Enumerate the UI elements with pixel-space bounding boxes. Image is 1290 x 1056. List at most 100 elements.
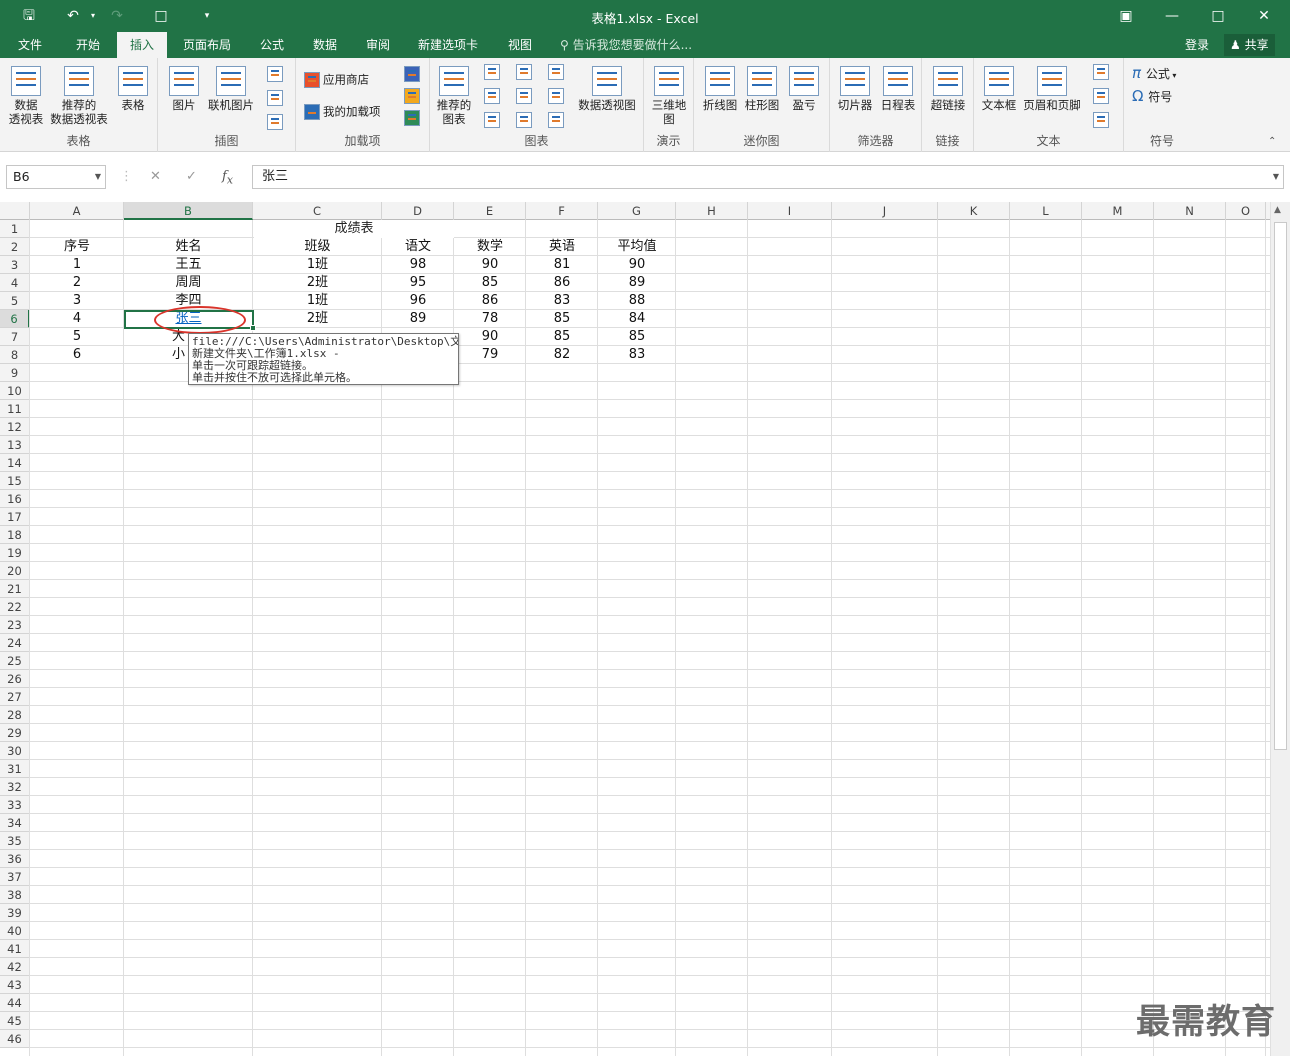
cell[interactable]: 89 (382, 310, 454, 328)
row-header[interactable]: 18 (0, 526, 30, 544)
row-header[interactable]: 45 (0, 1012, 30, 1030)
header-cell[interactable]: 语文 (382, 238, 454, 256)
row-header[interactable]: 43 (0, 976, 30, 994)
waterfall-chart-dropdown[interactable] (542, 64, 572, 80)
column-header-h[interactable]: H (676, 202, 748, 220)
column-header-o[interactable]: O (1226, 202, 1266, 220)
row-header[interactable]: 36 (0, 850, 30, 868)
pie-chart-dropdown[interactable] (478, 112, 508, 128)
textbox-button[interactable]: 文本框 (978, 66, 1020, 112)
restore-ribbon-icon[interactable]: ▣ (1106, 4, 1146, 28)
column-header-n[interactable]: N (1154, 202, 1226, 220)
tab-data[interactable]: 数据 (305, 32, 345, 58)
enter-icon[interactable]: ✓ (186, 169, 197, 184)
tell-me-box[interactable]: ⚲ 告诉我您想要做什么... (560, 32, 692, 58)
column-header-f[interactable]: F (526, 202, 598, 220)
fx-icon[interactable]: fx (222, 169, 233, 187)
row-header[interactable]: 44 (0, 994, 30, 1012)
combo-chart-dropdown[interactable] (542, 88, 572, 104)
row-header[interactable]: 13 (0, 436, 30, 454)
column-chart-dropdown[interactable] (478, 64, 508, 80)
scroll-thumb[interactable] (1274, 222, 1287, 750)
row-header[interactable]: 24 (0, 634, 30, 652)
radar-chart-dropdown[interactable] (542, 112, 572, 128)
cell[interactable]: 90 (454, 328, 526, 346)
name-box-dropdown-icon[interactable]: ▼ (95, 166, 101, 188)
column-header-g[interactable]: G (598, 202, 676, 220)
cell[interactable]: 6 (30, 346, 124, 364)
pivotchart-button[interactable]: 数据透视图 (576, 66, 638, 112)
expand-formula-icon[interactable]: ▼ (1273, 166, 1279, 188)
cell[interactable]: 1 (30, 256, 124, 274)
row-header[interactable]: 32 (0, 778, 30, 796)
cell[interactable]: 86 (526, 274, 598, 292)
store-button[interactable]: 应用商店 (304, 72, 369, 88)
cell[interactable]: 5 (30, 328, 124, 346)
symbol-button[interactable]: Ω 符号 (1132, 89, 1172, 105)
row-header[interactable]: 20 (0, 562, 30, 580)
header-cell[interactable]: 班级 (253, 238, 382, 256)
column-header-k[interactable]: K (938, 202, 1010, 220)
cell[interactable]: 96 (382, 292, 454, 310)
collapse-ribbon-icon[interactable]: ⌃ (1268, 136, 1276, 147)
cell[interactable]: 85 (526, 328, 598, 346)
formula-input[interactable]: 张三 ▼ (252, 165, 1284, 189)
sparkline-line-button[interactable]: 折线图 (700, 66, 740, 112)
cell[interactable]: 85 (454, 274, 526, 292)
fill-handle[interactable] (250, 325, 256, 331)
wordart-button[interactable] (1088, 64, 1116, 80)
visio-button[interactable] (404, 66, 422, 82)
column-header-a[interactable]: A (30, 202, 124, 220)
row-header[interactable]: 29 (0, 724, 30, 742)
cell[interactable]: 83 (598, 346, 676, 364)
cell[interactable]: 王五 (124, 256, 253, 274)
row-header[interactable]: 40 (0, 922, 30, 940)
minimize-icon[interactable]: — (1152, 4, 1192, 28)
row-header[interactable]: 3 (0, 256, 30, 274)
header-footer-button[interactable]: 页眉和页脚 (1020, 66, 1084, 112)
row-header[interactable]: 8 (0, 346, 30, 364)
row-header[interactable]: 34 (0, 814, 30, 832)
row-header[interactable]: 9 (0, 364, 30, 382)
scroll-up-icon[interactable]: ▲ (1274, 205, 1281, 215)
row-header[interactable]: 7 (0, 328, 30, 346)
row-header[interactable]: 10 (0, 382, 30, 400)
row-header[interactable]: 33 (0, 796, 30, 814)
table-button[interactable]: 表格 (114, 66, 152, 112)
worksheet-grid[interactable]: ABCDEFGHIJKLMNO 1 2 3 4 5 6 7 8 9 10 11 12 13 14 15 16 1… (0, 202, 1270, 1056)
cell[interactable]: 86 (454, 292, 526, 310)
recommended-pivottables-button[interactable]: 推荐的 数据透视表 (48, 66, 110, 126)
row-header[interactable]: 46 (0, 1030, 30, 1048)
share-button[interactable]: ♟ 共享 (1224, 34, 1275, 56)
object-button[interactable] (1088, 112, 1116, 128)
column-header-j[interactable]: J (832, 202, 938, 220)
row-header[interactable]: 6 (0, 310, 30, 328)
cell[interactable]: 81 (526, 256, 598, 274)
recommended-charts-button[interactable]: 推荐的 图表 (434, 66, 474, 126)
select-all-corner[interactable] (0, 202, 30, 220)
cell[interactable]: 84 (598, 310, 676, 328)
tab-review[interactable]: 审阅 (358, 32, 398, 58)
line-chart-dropdown[interactable] (478, 88, 508, 104)
row-header[interactable]: 21 (0, 580, 30, 598)
cell[interactable]: 78 (454, 310, 526, 328)
column-header-i[interactable]: I (748, 202, 832, 220)
row-header[interactable]: 5 (0, 292, 30, 310)
header-cell[interactable]: 英语 (526, 238, 598, 256)
row-header[interactable]: 27 (0, 688, 30, 706)
row-header[interactable]: 14 (0, 454, 30, 472)
hyperlink-button[interactable]: 超链接 (926, 66, 970, 112)
tab-formulas[interactable]: 公式 (252, 32, 292, 58)
smartart-button[interactable] (262, 90, 290, 106)
row-header[interactable]: 39 (0, 904, 30, 922)
tab-page-layout[interactable]: 页面布局 (178, 32, 236, 58)
close-icon[interactable]: ✕ (1244, 4, 1284, 28)
header-cell[interactable]: 平均值 (598, 238, 676, 256)
my-addins-button[interactable]: 我的加载项 (304, 104, 381, 120)
cell[interactable]: 89 (598, 274, 676, 292)
row-header[interactable]: 15 (0, 472, 30, 490)
pivottable-button[interactable]: 数据 透视表 (6, 66, 46, 126)
cell[interactable]: 83 (526, 292, 598, 310)
people-graph-button[interactable] (404, 110, 422, 126)
column-header-e[interactable]: E (454, 202, 526, 220)
